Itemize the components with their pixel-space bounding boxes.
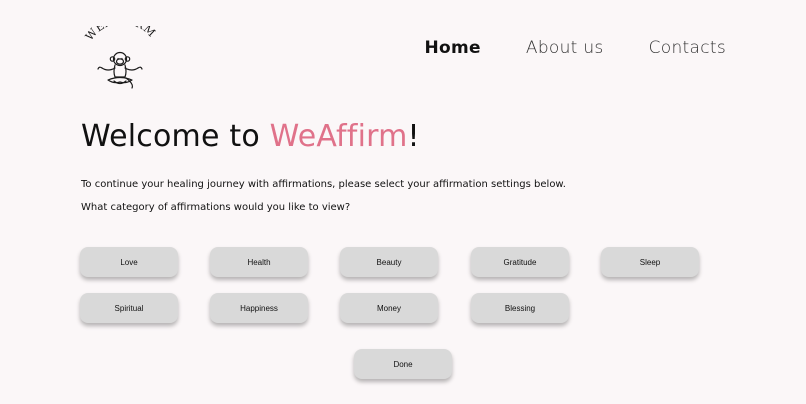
category-money-button[interactable]: Money bbox=[340, 293, 438, 323]
category-blessing-button[interactable]: Blessing bbox=[471, 293, 569, 323]
category-gratitude-button[interactable]: Gratitude bbox=[471, 247, 569, 277]
nav-home[interactable]: Home bbox=[425, 38, 481, 58]
category-health-button[interactable]: Health bbox=[210, 247, 308, 277]
logo-text: WEAFFIRM bbox=[83, 26, 158, 43]
logo[interactable]: WEAFFIRM bbox=[80, 26, 160, 92]
title-suffix: ! bbox=[407, 119, 420, 154]
category-happiness-button[interactable]: Happiness bbox=[210, 293, 308, 323]
page: WEAFFIRM bbox=[0, 0, 806, 404]
main-nav: Home About us Contacts bbox=[425, 38, 726, 58]
title-brand: WeAffirm bbox=[269, 119, 408, 154]
category-question: What category of affirmations would you … bbox=[81, 202, 351, 213]
nav-contacts[interactable]: Contacts bbox=[649, 38, 726, 58]
category-sleep-button[interactable]: Sleep bbox=[601, 247, 699, 277]
nav-about-us[interactable]: About us bbox=[526, 38, 604, 58]
category-beauty-button[interactable]: Beauty bbox=[340, 247, 438, 277]
page-title: Welcome to WeAffirm! bbox=[81, 119, 420, 154]
meditating-monkey-icon: WEAFFIRM bbox=[83, 26, 158, 89]
intro-text: To continue your healing journey with af… bbox=[81, 179, 566, 190]
done-button[interactable]: Done bbox=[354, 349, 452, 379]
category-love-button[interactable]: Love bbox=[80, 247, 178, 277]
category-spiritual-button[interactable]: Spiritual bbox=[80, 293, 178, 323]
title-prefix: Welcome to bbox=[81, 119, 270, 154]
